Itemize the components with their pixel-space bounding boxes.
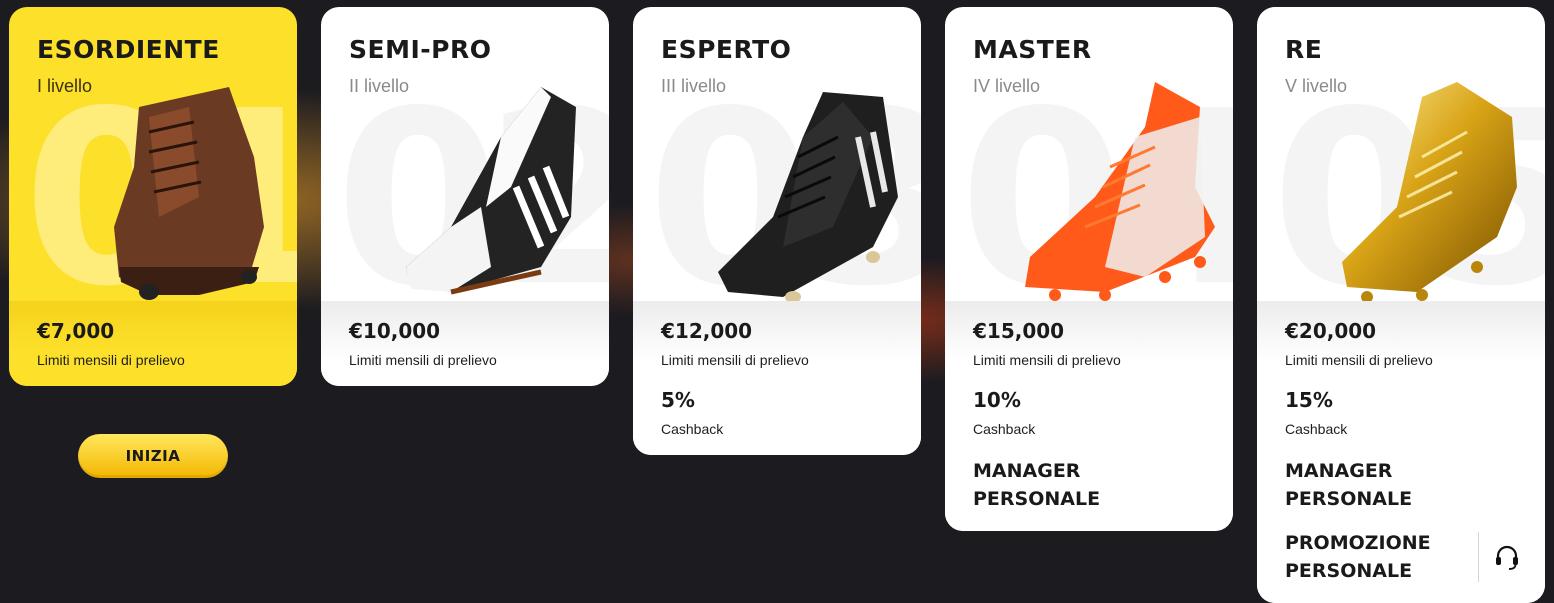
cashback-label: Cashback (1285, 421, 1348, 437)
tier-card-re[interactable]: 05 RE V livello €20,000 Limiti mensili d… (1257, 7, 1545, 603)
tier-level: I livello (37, 76, 93, 96)
personal-promotion-feature: PROMOZIONE PERSONALE (1285, 532, 1431, 582)
tier-level: III livello (661, 76, 727, 96)
cashback-label: Cashback (973, 421, 1036, 437)
tier-title: MASTER (973, 35, 1092, 64)
tier-header: 01 ESORDIENTE I livello (9, 7, 297, 301)
cashback-percent: 5% (661, 388, 695, 412)
tier-level: V livello (1285, 76, 1348, 96)
orange-modern-boot-image (1025, 82, 1215, 301)
withdrawal-limit-label: Limiti mensili di prelievo (37, 352, 185, 368)
personal-promotion-row: PROMOZIONE PERSONALE (1285, 529, 1518, 585)
tier-details: €20,000 Limiti mensili di prelievo 15% C… (1257, 301, 1545, 603)
tier-title: RE (1285, 35, 1323, 64)
tier-title: SEMI-PRO (349, 35, 492, 64)
support-button[interactable] (1478, 532, 1521, 582)
tier-title: ESORDIENTE (37, 35, 220, 64)
start-button[interactable]: INIZIA (78, 434, 228, 478)
withdrawal-limit-amount: €10,000 (349, 319, 441, 343)
tier-card-esperto[interactable]: 03 ESPERTO III livello €12,000 Limiti me… (633, 7, 921, 455)
tier-level: IV livello (973, 76, 1041, 96)
tier-header: 02 SEMI-PRO II livello (321, 7, 609, 301)
tier-card-semi-pro[interactable]: 02 SEMI-PRO II livello €10,000 Limiti me… (321, 7, 609, 386)
tier-card-master[interactable]: 04 MASTER IV livello €15,000 Limiti mens… (945, 7, 1233, 531)
cashback-percent: 10% (973, 388, 1021, 412)
withdrawal-limit-amount: €7,000 (37, 319, 115, 343)
headset-icon (1496, 545, 1518, 570)
withdrawal-limit-label: Limiti mensili di prelievo (349, 352, 497, 368)
withdrawal-limit-label: Limiti mensili di prelievo (1285, 352, 1433, 368)
black-leather-boot-image (718, 92, 898, 301)
golden-boot-image (1342, 82, 1517, 301)
cashback-label: Cashback (661, 421, 724, 437)
vintage-leather-boot-image (114, 87, 264, 300)
withdrawal-limit-amount: €12,000 (661, 319, 753, 343)
tier-header: 03 ESPERTO III livello (633, 7, 921, 301)
tier-header: 04 MASTER IV livello (945, 7, 1233, 301)
personal-manager-feature: MANAGER PERSONALE (1285, 460, 1413, 510)
withdrawal-limit-label: Limiti mensili di prelievo (661, 352, 809, 368)
tier-card-esordiente[interactable]: 01 ESORDIENTE I livello €7,000 Limiti me… (9, 7, 297, 386)
withdrawal-limit-label: Limiti mensili di prelievo (973, 352, 1121, 368)
withdrawal-limit-amount: €20,000 (1285, 319, 1377, 343)
tier-title: ESPERTO (661, 35, 792, 64)
personal-manager-feature: MANAGER PERSONALE (973, 460, 1101, 510)
tier-header: 05 RE V livello (1257, 7, 1545, 301)
cashback-percent: 15% (1285, 388, 1333, 412)
tier-details: €10,000 Limiti mensili di prelievo (321, 301, 609, 386)
tier-level: II livello (349, 76, 410, 96)
tier-details: €7,000 Limiti mensili di prelievo (9, 301, 297, 386)
withdrawal-limit-amount: €15,000 (973, 319, 1065, 343)
tier-details: €15,000 Limiti mensili di prelievo 10% C… (945, 301, 1233, 531)
tier-details: €12,000 Limiti mensili di prelievo 5% Ca… (633, 301, 921, 455)
black-white-boot-image (406, 87, 576, 295)
